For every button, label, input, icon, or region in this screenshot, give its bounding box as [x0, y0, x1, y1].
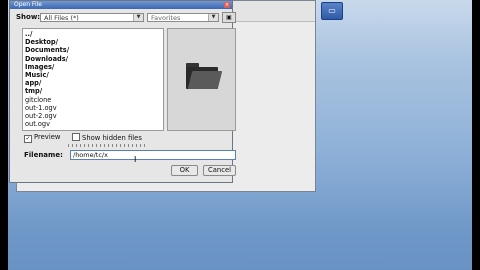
file-list-item[interactable]: Images/ [25, 63, 161, 71]
new-folder-icon: ▣ [226, 14, 232, 21]
dialog-title: Open File [14, 1, 42, 8]
file-list[interactable]: ../Desktop/Documents/Downloads/Images/Mu… [22, 28, 164, 131]
dialog-titlebar: Open File × [10, 1, 232, 9]
file-list-item[interactable]: out-1.ogv [25, 104, 161, 112]
preview-checkbox[interactable]: ✓ Preview [24, 133, 60, 143]
file-list-item[interactable]: Downloads/ [25, 55, 161, 63]
preview-checkbox-box[interactable]: ✓ [24, 135, 32, 143]
file-list-item[interactable]: gitclone [25, 96, 161, 104]
cancel-button[interactable]: Cancel [203, 165, 236, 176]
file-list-item[interactable]: Desktop/ [25, 38, 161, 46]
show-label: Show: [16, 13, 41, 21]
file-list-item[interactable]: Documents/ [25, 46, 161, 54]
show-hidden-checkbox-label: Show hidden files [82, 134, 142, 142]
favorites-value: Favorites [151, 14, 181, 22]
show-hidden-checkbox-box[interactable] [72, 133, 80, 141]
close-icon[interactable]: × [224, 2, 230, 8]
ok-button[interactable]: OK [171, 165, 198, 176]
favorites-select[interactable]: Favorites ▼ [147, 13, 219, 22]
open-file-dialog: Open File × Show: All Files (*) ▼ Favori… [9, 0, 236, 183]
preview-checkbox-label: Preview [34, 133, 61, 141]
file-list-item[interactable]: app/ [25, 79, 161, 87]
file-list-item[interactable]: tmp/ [25, 87, 161, 95]
window-icon[interactable]: ▭ [321, 2, 343, 20]
chevron-down-icon: ▼ [208, 14, 218, 21]
resize-grip[interactable] [68, 144, 148, 147]
text-cursor-icon: I [134, 155, 137, 164]
file-list-item[interactable]: Music/ [25, 71, 161, 79]
filename-input[interactable] [70, 150, 236, 160]
filename-label: Filename: [24, 151, 63, 159]
chevron-down-icon: ▼ [133, 14, 143, 21]
file-list-item[interactable]: out.ogv [25, 120, 161, 128]
file-list-item[interactable]: ../ [25, 30, 161, 38]
folder-icon [184, 61, 223, 91]
file-filter-value: All Files (*) [44, 14, 79, 22]
preview-pane [167, 28, 236, 131]
new-folder-button[interactable]: ▣ [222, 12, 236, 23]
show-hidden-checkbox[interactable]: Show hidden files [72, 133, 142, 142]
file-list-item[interactable]: out-2.ogv [25, 112, 161, 120]
file-filter-select[interactable]: All Files (*) ▼ [40, 13, 144, 22]
